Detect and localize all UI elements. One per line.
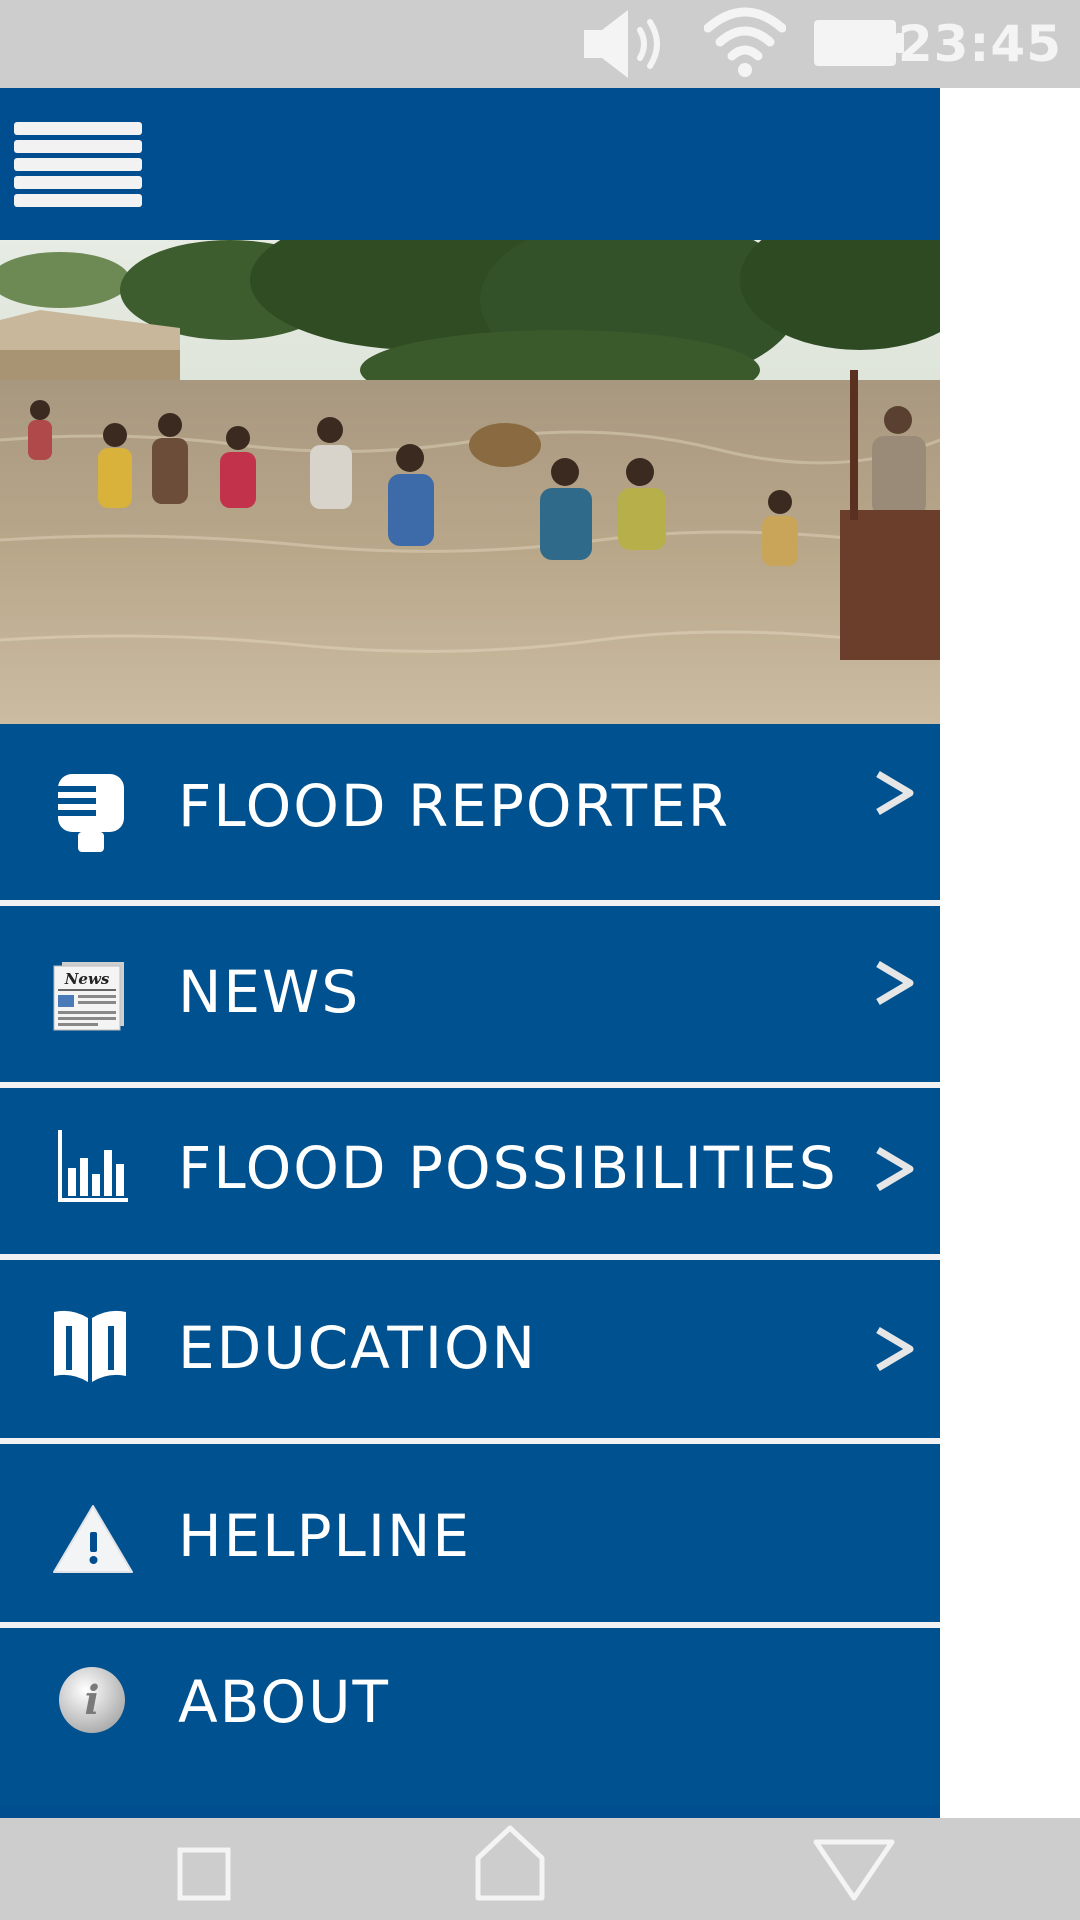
status-bar: 23:45 <box>0 0 1080 88</box>
newspaper-icon-text: News <box>64 970 110 988</box>
newspaper-icon: News <box>53 962 124 1031</box>
menu-item-label: FLOOD REPORTER <box>178 772 731 840</box>
system-nav-bar <box>0 1818 1080 1920</box>
recent-apps-icon[interactable] <box>176 1818 232 1920</box>
info-icon: i <box>59 1667 125 1733</box>
menu-item-label: EDUCATION <box>178 1314 538 1382</box>
menu-item-label: FLOOD POSSIBILITIES <box>178 1134 838 1202</box>
menu-item-label: NEWS <box>178 958 361 1026</box>
menu-item-flood-possibilities[interactable]: FLOOD POSSIBILITIES <box>0 1088 940 1254</box>
hero-flood-image <box>0 240 940 724</box>
wifi-icon <box>704 7 786 77</box>
menu-item-about[interactable]: i ABOUT <box>0 1628 940 1806</box>
home-icon[interactable] <box>474 1818 546 1920</box>
chevron-right-icon <box>876 770 914 816</box>
hamburger-menu-icon[interactable] <box>14 122 144 208</box>
book-icon <box>54 1310 126 1382</box>
volume-icon <box>584 10 660 78</box>
chevron-right-icon <box>876 1146 914 1192</box>
menu-item-flood-reporter[interactable]: FLOOD REPORTER <box>0 724 940 900</box>
menu-item-label: ABOUT <box>178 1668 390 1736</box>
back-icon[interactable] <box>812 1818 896 1920</box>
battery-icon <box>814 20 904 66</box>
navigation-drawer: FLOOD REPORTER News NEWS FLOOD POSSIBILI… <box>0 88 940 1818</box>
menu-item-education[interactable]: EDUCATION <box>0 1260 940 1438</box>
warning-icon <box>53 1505 133 1573</box>
menu-item-news[interactable]: News NEWS <box>0 906 940 1082</box>
menu-item-label: HELPLINE <box>178 1502 472 1570</box>
drawer-header <box>0 88 940 240</box>
chevron-right-icon <box>876 1326 914 1372</box>
menu-item-helpline[interactable]: HELPLINE <box>0 1444 940 1622</box>
svg-text:i: i <box>84 1677 99 1724</box>
bar-chart-icon <box>58 1130 128 1202</box>
microphone-icon <box>58 774 124 852</box>
status-time: 23:45 <box>897 15 1062 73</box>
chevron-right-icon <box>876 960 914 1006</box>
